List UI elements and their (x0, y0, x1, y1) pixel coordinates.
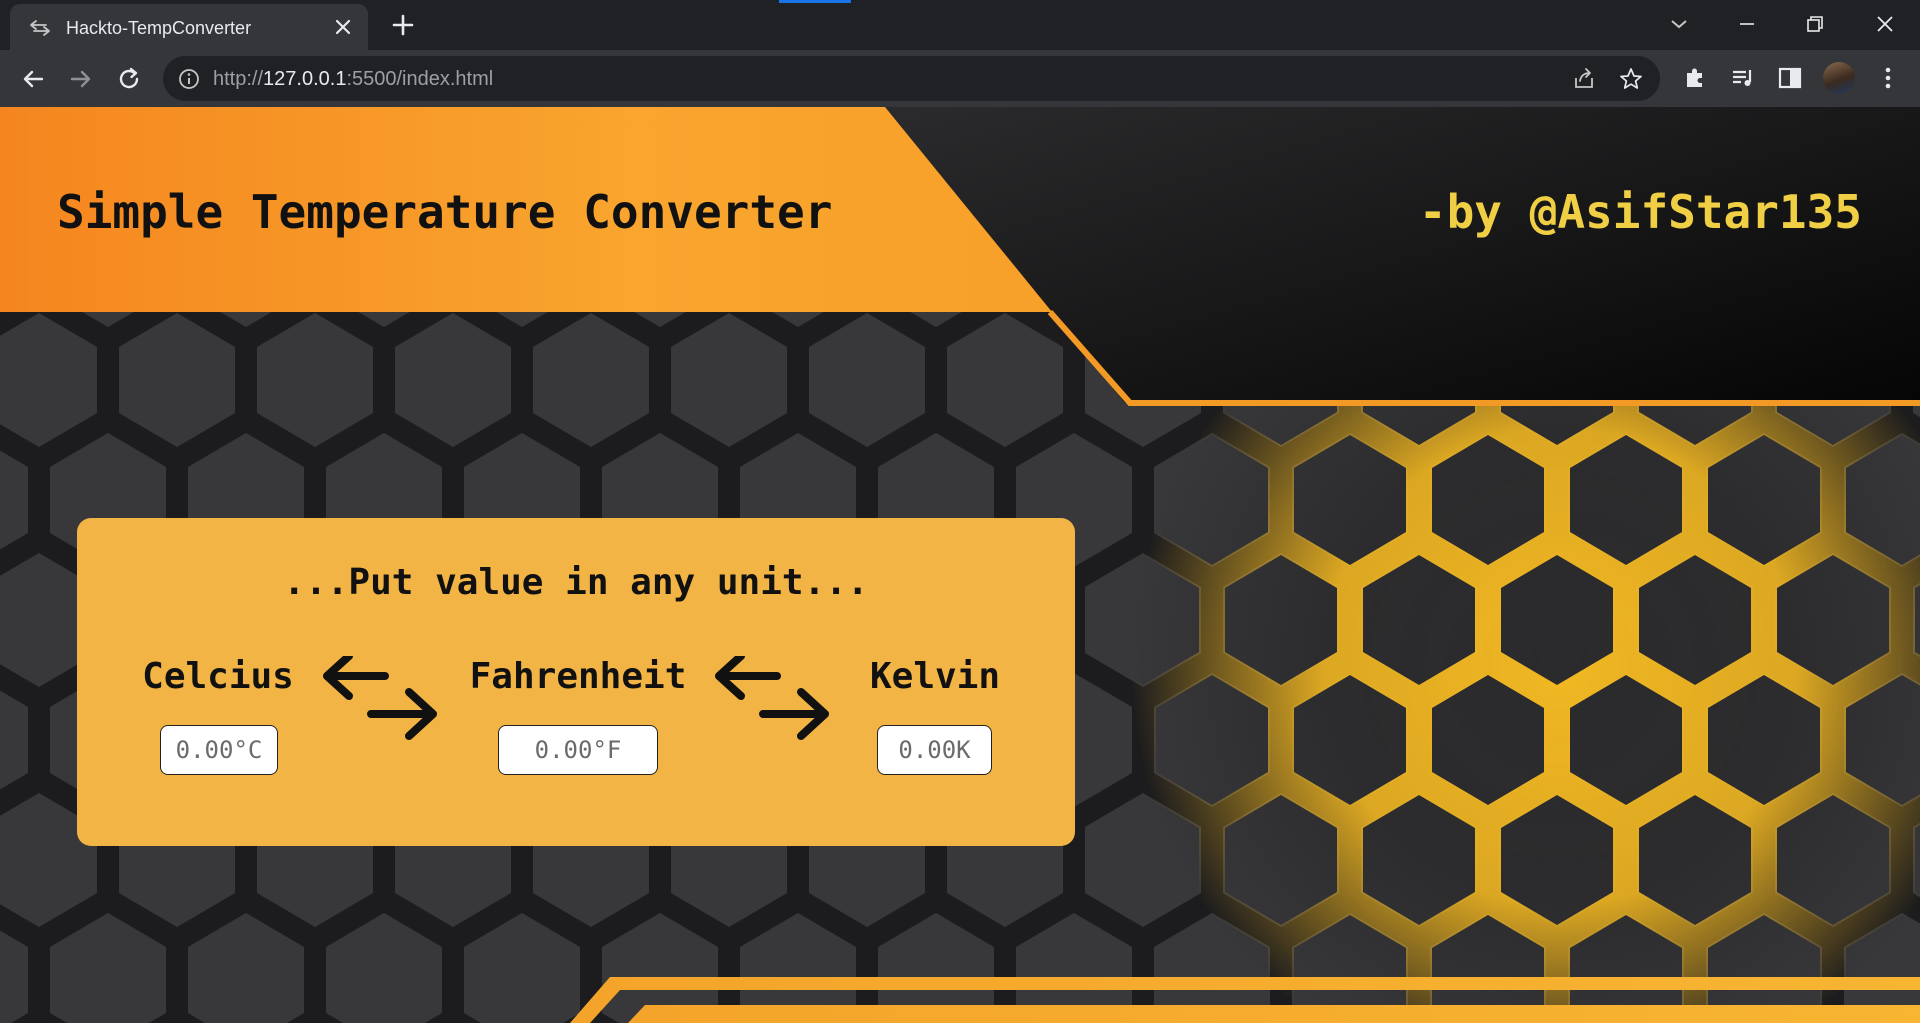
bidirectional-arrows-icon (715, 656, 829, 740)
media-playlist-icon[interactable] (1729, 64, 1757, 92)
converter-card: ...Put value in any unit... Celcius Fahr… (77, 518, 1075, 846)
fahrenheit-input[interactable] (498, 725, 658, 775)
address-bar[interactable]: http://127.0.0.1:5500/index.html (163, 56, 1660, 101)
restore-icon[interactable] (1799, 8, 1831, 40)
side-panel-icon[interactable] (1776, 64, 1804, 92)
page-title: Simple Temperature Converter (57, 185, 833, 239)
bidirectional-arrows-icon (323, 656, 437, 740)
url-path: :5500/index.html (346, 68, 494, 90)
forward-arrow-icon[interactable] (66, 64, 96, 94)
tab-strip: Hackto-TempConverter (0, 0, 1920, 50)
author-credit: -by @AsifStar135 (1418, 185, 1862, 239)
menu-kebab-icon[interactable] (1874, 64, 1902, 92)
celsius-input[interactable] (160, 725, 278, 775)
tab-title: Hackto-TempConverter (66, 18, 252, 38)
new-tab-icon[interactable] (390, 12, 416, 38)
profile-avatar[interactable] (1823, 62, 1855, 94)
back-arrow-icon[interactable] (18, 64, 48, 94)
kelvin-input[interactable] (877, 725, 992, 775)
reload-icon[interactable] (114, 64, 144, 94)
fahrenheit-label: Fahrenheit (469, 656, 687, 697)
loading-indicator (779, 0, 851, 3)
instruction-text: ...Put value in any unit... (283, 562, 869, 603)
minimize-icon[interactable] (1731, 8, 1763, 40)
url-text[interactable]: http://127.0.0.1:5500/index.html (213, 68, 493, 91)
site-info-icon[interactable] (177, 67, 201, 91)
browser-tab[interactable]: Hackto-TempConverter (10, 4, 368, 50)
close-window-icon[interactable] (1869, 8, 1901, 40)
url-host: 127.0.0.1 (263, 68, 347, 90)
celsius-label: Celcius (142, 656, 294, 697)
extensions-puzzle-icon[interactable] (1681, 64, 1709, 92)
page-viewport: Simple Temperature Converter -by @AsifSt… (0, 107, 1920, 1023)
url-scheme: http:// (213, 68, 264, 90)
close-tab-icon[interactable] (332, 16, 354, 38)
browser-toolbar: http://127.0.0.1:5500/index.html (0, 50, 1920, 107)
bookmark-star-icon[interactable] (1618, 66, 1644, 92)
arrows-favicon-icon (30, 20, 50, 36)
share-icon[interactable] (1571, 66, 1597, 92)
kelvin-label: Kelvin (869, 656, 1001, 697)
tab-search-chevron-icon[interactable] (1663, 8, 1695, 40)
